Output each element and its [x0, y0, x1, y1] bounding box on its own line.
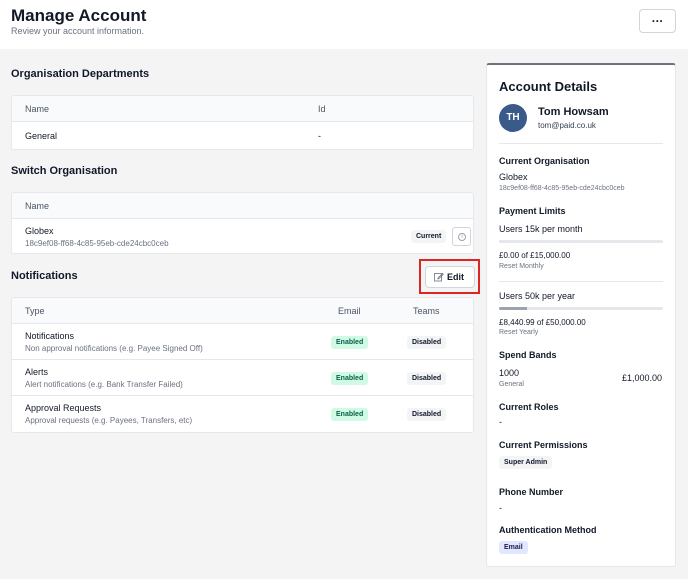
- current-badge: Current: [411, 230, 447, 243]
- spend-band-name: 1000: [499, 368, 520, 378]
- org-id: 18c9ef08-ff68-4c85-95eb-cde24cbc0ceb: [25, 239, 169, 248]
- account-details-title: Account Details: [499, 79, 598, 94]
- table-row[interactable]: General -: [12, 122, 473, 149]
- column-header-email: Email: [338, 306, 361, 316]
- table-row[interactable]: Approval Requests Approval requests (e.g…: [12, 396, 473, 432]
- notification-desc: Alert notifications (e.g. Bank Transfer …: [25, 380, 183, 389]
- notification-desc: Non approval notifications (e.g. Payee S…: [25, 344, 203, 353]
- limit-name: Users 15k per month: [499, 224, 583, 234]
- email-status-badge: Enabled: [331, 372, 369, 385]
- spend-bands-label: Spend Bands: [499, 350, 557, 360]
- departments-table-header: Name Id: [12, 96, 473, 122]
- limit-reset: Reset Yearly: [499, 329, 539, 336]
- org-name: Globex: [25, 226, 54, 236]
- info-icon: i: [458, 233, 466, 241]
- avatar: TH: [499, 104, 527, 132]
- table-row[interactable]: Globex 18c9ef08-ff68-4c85-95eb-cde24cbc0…: [12, 219, 473, 253]
- user-email: tom@paid.co.uk: [538, 121, 596, 130]
- teams-status-badge: Disabled: [407, 336, 447, 349]
- spend-band-group: General: [499, 381, 524, 388]
- account-details-panel: Account Details TH Tom Howsam tom@paid.c…: [486, 63, 676, 567]
- limit-reset: Reset Monthly: [499, 263, 544, 270]
- departments-table: Name Id General -: [11, 95, 474, 150]
- divider: [499, 143, 663, 144]
- page-subtitle: Review your account information.: [11, 26, 145, 36]
- notifications-title: Notifications: [11, 270, 78, 282]
- limit-progress-bar: [499, 240, 663, 243]
- user-name: Tom Howsam: [538, 106, 609, 118]
- column-header-name: Name: [25, 104, 50, 114]
- spend-band-amount: £1,000.00: [621, 373, 662, 383]
- divider: [499, 281, 663, 282]
- edit-label: Edit: [447, 272, 464, 282]
- edit-notifications-button[interactable]: Edit: [425, 266, 475, 288]
- switch-org-title: Switch Organisation: [11, 165, 118, 177]
- column-header-name: Name: [25, 201, 50, 211]
- permission-badge: Super Admin: [499, 456, 553, 469]
- limit-progress-bar: [499, 307, 663, 310]
- payment-limits-label: Payment Limits: [499, 206, 566, 216]
- phone-number-label: Phone Number: [499, 487, 564, 497]
- limit-amount: £8,440.99 of £50,000.00: [499, 318, 586, 327]
- limit-amount: £0.00 of £15,000.00: [499, 251, 571, 260]
- notification-desc: Approval requests (e.g. Payees, Transfer…: [25, 416, 193, 425]
- current-org-name: Globex: [499, 172, 528, 182]
- current-permissions-label: Current Permissions: [499, 440, 588, 450]
- current-org-id: 18c9ef08-ff68-4c85-95eb-cde24cbc0ceb: [499, 185, 625, 192]
- page-title: Manage Account: [11, 6, 147, 25]
- page-header: Manage Account Review your account infor…: [0, 0, 688, 49]
- auth-method-badge: Email: [499, 541, 528, 554]
- edit-icon: [434, 272, 444, 282]
- switch-org-table-header: Name: [12, 193, 473, 219]
- table-row[interactable]: Notifications Non approval notifications…: [12, 324, 473, 360]
- phone-number-value: -: [499, 503, 502, 513]
- notification-type: Notifications: [25, 331, 75, 341]
- notification-type: Alerts: [25, 367, 49, 377]
- auth-method-label: Authentication Method: [499, 525, 597, 535]
- department-id: -: [318, 131, 321, 141]
- current-roles-label: Current Roles: [499, 402, 559, 412]
- notifications-table: Type Email Teams Notifications Non appro…: [11, 297, 474, 433]
- limit-progress-fill: [499, 307, 527, 310]
- departments-title: Organisation Departments: [11, 68, 150, 80]
- current-roles-value: -: [499, 417, 502, 427]
- current-org-label: Current Organisation: [499, 156, 590, 166]
- notification-type: Approval Requests: [25, 403, 102, 413]
- department-name: General: [25, 131, 58, 141]
- column-header-type: Type: [25, 306, 45, 316]
- column-header-id: Id: [318, 104, 326, 114]
- teams-status-badge: Disabled: [407, 372, 447, 385]
- more-options-button[interactable]: ...: [639, 9, 676, 33]
- switch-org-table: Name Globex 18c9ef08-ff68-4c85-95eb-cde2…: [11, 192, 474, 254]
- table-row[interactable]: Alerts Alert notifications (e.g. Bank Tr…: [12, 360, 473, 396]
- notifications-table-header: Type Email Teams: [12, 298, 473, 324]
- email-status-badge: Enabled: [331, 336, 369, 349]
- teams-status-badge: Disabled: [407, 408, 447, 421]
- limit-name: Users 50k per year: [499, 291, 576, 301]
- column-header-teams: Teams: [413, 306, 440, 316]
- email-status-badge: Enabled: [331, 408, 369, 421]
- org-info-button[interactable]: i: [452, 227, 471, 246]
